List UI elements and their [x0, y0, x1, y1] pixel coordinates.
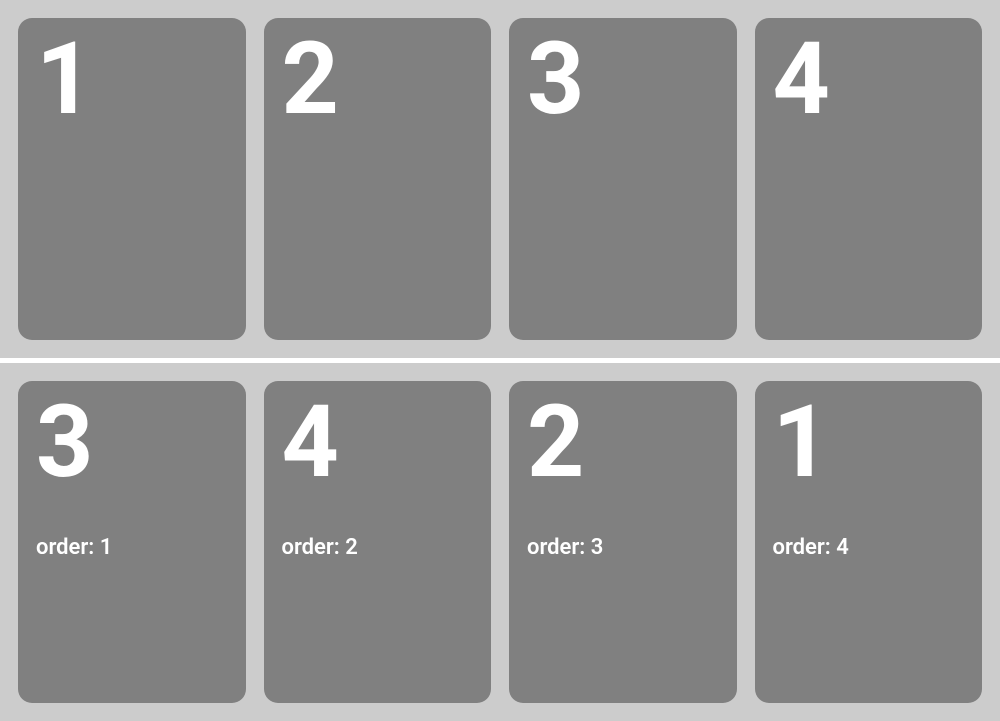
- card-row1-2: 2: [264, 18, 492, 340]
- card-number: 4: [773, 30, 965, 130]
- card-number: 3: [527, 30, 719, 130]
- row-2-container: 3 order: 1 4 order: 2 2 order: 3 1 order…: [0, 363, 1000, 721]
- card-order-label: order: 3: [527, 535, 719, 560]
- card-row1-4: 4: [755, 18, 983, 340]
- card-row1-3: 3: [509, 18, 737, 340]
- card-row2-1: 3 order: 1: [18, 381, 246, 703]
- card-number: 1: [36, 30, 228, 130]
- card-number: 2: [527, 393, 719, 493]
- row-1-container: 1 2 3 4: [0, 0, 1000, 358]
- card-order-label: order: 1: [36, 535, 228, 560]
- card-order-label: order: 4: [773, 535, 965, 560]
- card-number: 2: [282, 30, 474, 130]
- card-number: 4: [282, 393, 474, 493]
- card-number: 1: [773, 393, 965, 493]
- card-row2-4: 1 order: 4: [755, 381, 983, 703]
- card-number: 3: [36, 393, 228, 493]
- card-row2-3: 2 order: 3: [509, 381, 737, 703]
- card-row2-2: 4 order: 2: [264, 381, 492, 703]
- card-order-label: order: 2: [282, 535, 474, 560]
- card-row1-1: 1: [18, 18, 246, 340]
